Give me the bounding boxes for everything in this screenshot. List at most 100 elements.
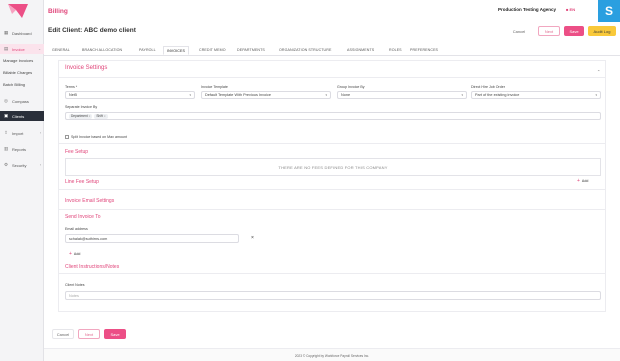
invoice-icon: ▤ bbox=[4, 46, 9, 51]
chevron-up-icon[interactable]: ⌃ bbox=[597, 69, 600, 74]
group-invoice-by-label: Group Invoice By bbox=[337, 85, 365, 89]
sidebar-item-label: Security bbox=[12, 162, 27, 168]
email-address-label: Email address bbox=[65, 227, 88, 231]
chevron-down-icon: ⌄ bbox=[38, 47, 41, 51]
avatar[interactable]: S bbox=[598, 0, 620, 22]
divider bbox=[59, 77, 605, 78]
send-invoice-to-title: Send Invoice To bbox=[65, 214, 101, 220]
footer: 2023 © Copyright by Workforce Payroll Se… bbox=[44, 348, 620, 361]
sidebar-item-label: Compass bbox=[12, 98, 29, 104]
email-field[interactable]: schalak@suthirns.com bbox=[65, 234, 239, 243]
sidebar-item-batch-billing[interactable]: Batch Billing bbox=[0, 79, 44, 89]
client-tabs: GENERAL BRANCH ALLOCATION PAYROLL INVOIC… bbox=[44, 44, 620, 56]
sidebar-item-label: Import bbox=[12, 130, 24, 136]
dashboard-icon: ▦ bbox=[4, 30, 9, 35]
chevron-down-icon: ▾ bbox=[189, 93, 191, 97]
clients-icon: ▣ bbox=[4, 113, 9, 118]
tab-branch-allocation[interactable]: BRANCH ALLOCATION bbox=[82, 46, 122, 55]
divider bbox=[59, 189, 605, 190]
bottom-save-button[interactable]: Save bbox=[104, 329, 126, 339]
client-notes-field[interactable]: Notes bbox=[65, 291, 601, 300]
bottom-cancel-button[interactable]: Cancel bbox=[52, 329, 74, 339]
sidebar-item-import[interactable]: ⇪ Import › bbox=[0, 128, 44, 138]
import-icon: ⇪ bbox=[4, 130, 8, 135]
tab-assignments[interactable]: ASSIGNMENTS bbox=[347, 46, 374, 55]
divider bbox=[59, 143, 605, 144]
cancel-button[interactable]: Cancel bbox=[508, 26, 530, 36]
fee-empty-state: THERE ARE NO FEES DEFINED FOR THIS COMPA… bbox=[65, 158, 601, 176]
separate-invoice-by-label: Separate Invoice By bbox=[65, 105, 98, 109]
app-logo-icon bbox=[8, 4, 28, 18]
page-header: Edit Client: ABC demo client Cancel Next… bbox=[44, 24, 620, 40]
terms-select[interactable]: Net5 ▾ bbox=[65, 91, 195, 99]
language-selector[interactable]: ■ EN bbox=[566, 7, 575, 12]
chip-department: Department × bbox=[69, 113, 93, 119]
plus-icon: + bbox=[577, 178, 580, 184]
fee-setup-title: Fee Setup bbox=[65, 149, 89, 155]
invoice-settings-card: Invoice Settings ⌃ Terms * Net5 ▾ Invoic… bbox=[58, 60, 606, 312]
bottom-next-button[interactable]: Next bbox=[78, 329, 100, 339]
next-button[interactable]: Next bbox=[538, 26, 560, 36]
close-icon[interactable]: × bbox=[89, 114, 91, 118]
add-line-fee-button[interactable]: + Add bbox=[577, 178, 588, 184]
sidebar-item-manage-invoices[interactable]: Manage Invoices bbox=[0, 55, 44, 65]
line-fee-setup-title: Line Fee Setup bbox=[65, 179, 99, 185]
close-icon[interactable]: × bbox=[251, 235, 254, 241]
sidebar-item-label: Reports bbox=[12, 146, 27, 152]
chevron-right-icon: › bbox=[39, 131, 41, 135]
agency-selector[interactable]: Production Testing Agency bbox=[498, 7, 556, 12]
separate-invoice-by-select[interactable]: Department × Shift × bbox=[65, 112, 601, 120]
split-invoice-checkbox[interactable] bbox=[65, 135, 69, 139]
chevron-down-icon: ▾ bbox=[325, 93, 327, 97]
sidebar: ▦ Dashboard ▤ Invoice ⌄ Manage Invoices … bbox=[0, 0, 44, 361]
sidebar-item-label: Manage Invoices bbox=[3, 57, 34, 63]
top-bar: Billing Production Testing Agency ■ EN S bbox=[44, 0, 620, 24]
sidebar-item-label: Dashboard bbox=[12, 30, 32, 36]
sidebar-item-clients[interactable]: ▣ Clients bbox=[0, 111, 44, 121]
page-title: Edit Client: ABC demo client bbox=[48, 27, 136, 34]
sidebar-item-label: Billable Charges bbox=[3, 69, 33, 75]
chip-shift: Shift × bbox=[94, 113, 108, 119]
tab-departments[interactable]: DEPARTMENTS bbox=[237, 46, 265, 55]
tab-roles[interactable]: ROLES bbox=[389, 46, 402, 55]
sidebar-item-label: Batch Billing bbox=[3, 81, 26, 87]
direct-hire-select[interactable]: Part of the existing invoice ▾ bbox=[471, 91, 601, 99]
tab-preferences[interactable]: PREFERENCES bbox=[410, 46, 438, 55]
reports-icon: ▥ bbox=[4, 146, 9, 151]
tab-payroll[interactable]: PAYROLL bbox=[139, 46, 156, 55]
client-notes-label: Client Notes bbox=[65, 283, 85, 287]
invoice-template-label: Invoice Template bbox=[201, 85, 228, 89]
tab-organization-structure[interactable]: ORGANIZATION STRUCTURE bbox=[279, 46, 331, 55]
invoice-template-select[interactable]: Default Template With Previous Invoice ▾ bbox=[201, 91, 331, 99]
sidebar-item-label: Clients bbox=[12, 113, 25, 119]
flag-icon: ■ bbox=[566, 7, 569, 12]
invoice-settings-title: Invoice Settings bbox=[65, 65, 108, 71]
chevron-right-icon: › bbox=[39, 163, 41, 167]
sidebar-item-invoice[interactable]: ▤ Invoice ⌄ bbox=[0, 44, 44, 54]
app-title: Billing bbox=[48, 8, 68, 15]
split-invoice-label: Split Invoice based on Max amount bbox=[71, 135, 127, 139]
direct-hire-label: Direct Hire Job Order bbox=[471, 85, 505, 89]
sidebar-item-billable-charges[interactable]: Billable Charges bbox=[0, 67, 44, 77]
sidebar-item-dashboard[interactable]: ▦ Dashboard bbox=[0, 28, 44, 38]
tab-general[interactable]: GENERAL bbox=[52, 46, 70, 55]
add-email-button[interactable]: + Add bbox=[69, 251, 80, 257]
divider bbox=[59, 273, 605, 274]
sidebar-item-compass[interactable]: ◎ Compass bbox=[0, 96, 44, 106]
close-icon[interactable]: × bbox=[104, 114, 106, 118]
client-instructions-title: Client Instructions/Notes bbox=[65, 264, 120, 270]
save-button[interactable]: Save bbox=[564, 26, 584, 36]
compass-icon: ◎ bbox=[4, 98, 8, 103]
chevron-down-icon: ▾ bbox=[461, 93, 463, 97]
audit-log-button[interactable]: Audit Log bbox=[588, 26, 616, 36]
sidebar-item-reports[interactable]: ▥ Reports bbox=[0, 144, 44, 154]
sidebar-item-security[interactable]: ⚙ Security › bbox=[0, 160, 44, 170]
divider bbox=[59, 209, 605, 210]
invoice-email-settings-title: Invoice Email Settings bbox=[65, 198, 115, 204]
tab-credit-memo[interactable]: CREDIT MEMO bbox=[199, 46, 226, 55]
tab-invoices[interactable]: INVOICES bbox=[163, 46, 189, 55]
group-invoice-by-select[interactable]: None ▾ bbox=[337, 91, 467, 99]
chevron-down-icon: ▾ bbox=[595, 93, 597, 97]
security-icon: ⚙ bbox=[4, 162, 9, 167]
sidebar-item-label: Invoice bbox=[12, 46, 25, 52]
